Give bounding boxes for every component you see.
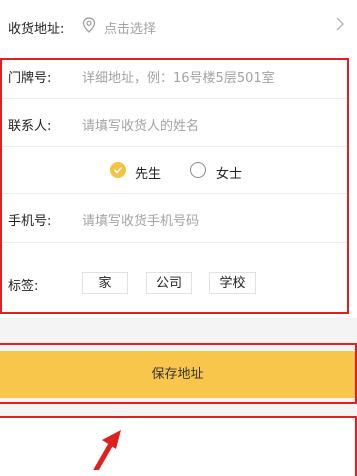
highlight-frame bbox=[0, 58, 349, 314]
arrow-icon bbox=[93, 430, 121, 470]
highlight-frame bbox=[0, 416, 357, 476]
delivery-address-placeholder: 点击选择 bbox=[104, 22, 157, 37]
chevron-right-icon bbox=[336, 17, 344, 31]
save-address-button[interactable]: 保存地址 bbox=[0, 351, 355, 398]
location-pin-icon bbox=[82, 17, 96, 33]
delivery-address-label: 收货地址: bbox=[8, 22, 65, 37]
delivery-address-row[interactable]: 收货地址: 点击选择 bbox=[0, 0, 357, 52]
